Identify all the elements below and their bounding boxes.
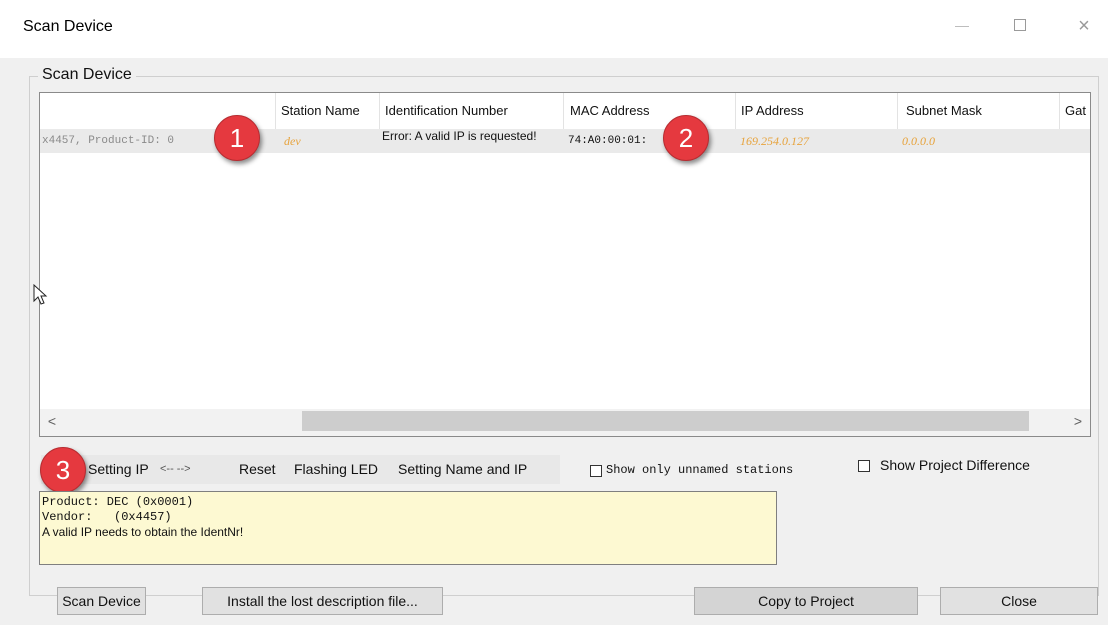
scroll-left-arrow[interactable]: <	[42, 411, 62, 431]
row-station-name: dev	[284, 134, 301, 148]
scan-device-button[interactable]: Scan Device	[57, 587, 146, 615]
install-description-file-button[interactable]: Install the lost description file...	[202, 587, 443, 615]
project-difference-checkbox[interactable]	[858, 460, 870, 472]
column-header-ip-address[interactable]: IP Address	[736, 93, 898, 129]
unnamed-stations-checkbox[interactable]	[590, 465, 602, 477]
maximize-button[interactable]	[1014, 19, 1026, 31]
copy-to-project-button[interactable]: Copy to Project	[694, 587, 918, 615]
setting-name-ip-button[interactable]: Setting Name and IP	[398, 455, 527, 484]
info-vendor-line: Vendor: (0x4457)	[42, 510, 172, 524]
scrollbar-thumb[interactable]	[302, 411, 1029, 431]
annotation-badge-2: 2	[663, 115, 709, 161]
arrows-label: <-- -->	[160, 463, 191, 475]
close-button[interactable]: Close	[940, 587, 1098, 615]
row-subnet-mask: 0.0.0.0	[902, 134, 935, 148]
row-identification-number: Error: A valid IP is requested!	[382, 129, 537, 143]
reset-button[interactable]: Reset	[239, 455, 276, 484]
mouse-cursor-icon	[33, 284, 48, 305]
annotation-badge-1: 1	[214, 115, 260, 161]
close-window-button[interactable]: ×	[1074, 14, 1094, 38]
column-header-subnet-mask[interactable]: Subnet Mask	[898, 93, 1060, 129]
flashing-led-button[interactable]: Flashing LED	[294, 455, 378, 484]
column-header-gateway[interactable]: Gat	[1060, 93, 1090, 129]
group-label: Scan Device	[38, 66, 136, 84]
minimize-button[interactable]	[955, 26, 969, 27]
info-message-line: A valid IP needs to obtain the IdentNr!	[42, 525, 244, 539]
column-header-station-name[interactable]: Station Name	[276, 93, 380, 129]
info-product-line: Product: DEC (0x0001)	[42, 495, 194, 509]
window-title: Scan Device	[23, 18, 113, 35]
project-difference-label: Show Project Difference	[880, 457, 1030, 473]
unnamed-stations-label: Show only unnamed stations	[606, 463, 794, 477]
column-header-mac-address[interactable]: MAC Address	[564, 93, 736, 129]
device-list[interactable]: Station Name Identification Number MAC A…	[39, 92, 1091, 437]
scroll-right-arrow[interactable]: >	[1068, 411, 1088, 431]
annotation-badge-3: 3	[40, 447, 86, 493]
row-ip-address: 169.254.0.127	[740, 134, 809, 148]
setting-ip-button[interactable]: Setting IP	[88, 455, 149, 484]
column-header-identification-number[interactable]: Identification Number	[380, 93, 564, 129]
device-info-panel: Product: DEC (0x0001) Vendor: (0x4457) A…	[39, 491, 777, 565]
title-bar	[0, 0, 1108, 58]
